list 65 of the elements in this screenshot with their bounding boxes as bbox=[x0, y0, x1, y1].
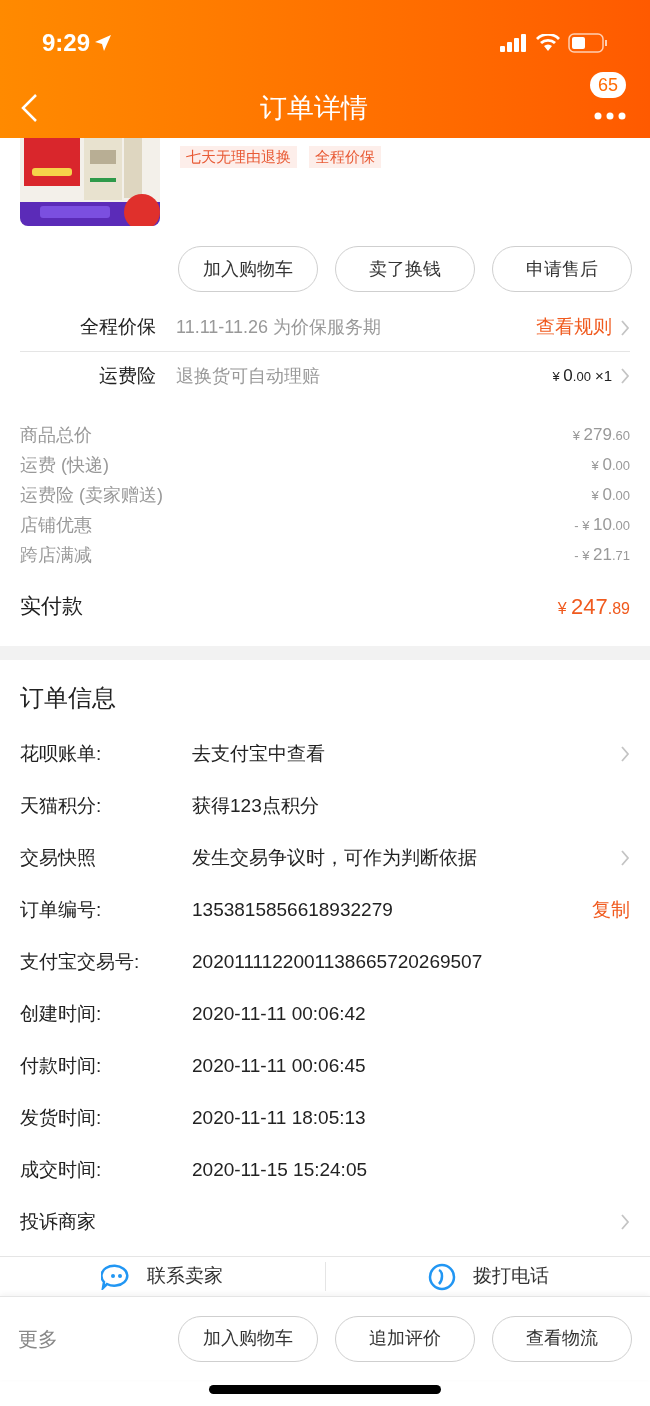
section-title: 订单信息 bbox=[19, 683, 117, 713]
price-text: ¥ 279.60 bbox=[572, 424, 630, 447]
info-label: 投诉商家 bbox=[20, 1209, 97, 1234]
service-tag: 七天无理由退换 bbox=[180, 146, 297, 168]
price-label: 运费险 (卖家赠送) bbox=[20, 483, 163, 507]
battery-icon bbox=[568, 33, 608, 53]
pill-button[interactable]: 查看物流 bbox=[492, 1315, 632, 1362]
pill-button[interactable]: 卖了换钱 bbox=[335, 246, 475, 292]
info-value: 去支付宝中查看 bbox=[192, 741, 326, 766]
back-icon[interactable] bbox=[20, 93, 38, 123]
service-label: 运费险 bbox=[98, 363, 156, 388]
contact-button[interactable]: 拨打电话 bbox=[325, 1262, 650, 1291]
price-text: - ¥ 10.00 bbox=[574, 514, 630, 537]
status-time: 9:29 bbox=[42, 28, 91, 58]
price-text: - ¥ 21.71 bbox=[574, 544, 630, 567]
more-link[interactable]: 更多 bbox=[18, 1323, 161, 1354]
info-label: 支付宝交易号: bbox=[20, 949, 141, 974]
info-label: 创建时间: bbox=[20, 1001, 103, 1026]
pill-button[interactable]: 加入购物车 bbox=[178, 1315, 318, 1362]
pill-button[interactable]: 加入购物车 bbox=[178, 246, 318, 292]
info-value: 2020-11-11 00:06:45 bbox=[192, 1053, 367, 1078]
info-value: 2020-11-11 18:05:13 bbox=[192, 1105, 367, 1130]
info-label: 花呗账单: bbox=[20, 741, 103, 766]
notification-badge: 65 bbox=[590, 72, 627, 98]
pill-button[interactable]: 追加评价 bbox=[335, 1315, 475, 1362]
chat-icon bbox=[101, 1263, 132, 1290]
service-label: 全程价保 bbox=[79, 315, 156, 340]
service-tag: 全程价保 bbox=[309, 146, 381, 168]
chevron-right-icon bbox=[620, 849, 630, 867]
signal-icon bbox=[500, 34, 528, 52]
more-icon[interactable] bbox=[594, 112, 626, 120]
info-value: 发生交易争议时，可作为判断依据 bbox=[192, 845, 478, 870]
wifi-icon bbox=[536, 34, 560, 52]
price-label: 运费 (快递) bbox=[20, 453, 109, 477]
service-description: 11.11-11.26 为价保服务期 bbox=[176, 316, 383, 339]
info-label: 付款时间: bbox=[20, 1053, 103, 1078]
price-text: ¥ 0.00 bbox=[552, 365, 591, 388]
info-label: 交易快照 bbox=[20, 845, 97, 870]
pill-button[interactable]: 申请售后 bbox=[492, 246, 632, 292]
info-label: 发货时间: bbox=[20, 1105, 103, 1130]
contact-button[interactable]: 联系卖家 bbox=[0, 1262, 326, 1291]
phone-icon bbox=[426, 1262, 457, 1291]
info-label: 天猫积分: bbox=[20, 793, 103, 818]
price-text: ¥ 0.00 bbox=[591, 484, 630, 507]
info-value: 2020-11-15 15:24:05 bbox=[192, 1157, 369, 1182]
info-value: 获得123点积分 bbox=[192, 793, 320, 818]
chevron-right-icon bbox=[620, 745, 630, 763]
chevron-right-icon bbox=[620, 1213, 630, 1231]
total-label: 实付款 bbox=[20, 593, 83, 620]
service-description: 退换货可自动理赔 bbox=[176, 364, 321, 388]
info-value: 2020111122001138665720269507 bbox=[192, 949, 484, 974]
info-label: 订单编号: bbox=[20, 897, 103, 922]
price-label: 店铺优惠 bbox=[20, 513, 92, 537]
page-title: 订单详情 bbox=[260, 91, 368, 125]
price-label: 跨店满减 bbox=[20, 543, 92, 567]
info-value: 1353815856618932279 bbox=[192, 897, 394, 922]
info-label: 成交时间: bbox=[20, 1157, 103, 1182]
price-text: ¥ 0.00 bbox=[591, 454, 630, 477]
chevron-right-icon bbox=[620, 318, 630, 337]
price-label: 商品总价 bbox=[20, 423, 92, 447]
location-arrow-icon bbox=[94, 34, 113, 52]
chevron-right-icon bbox=[620, 367, 630, 385]
price-text: ¥ 247.89 bbox=[557, 592, 630, 621]
quantity-text: ×1 bbox=[594, 366, 612, 387]
info-value: 2020-11-11 00:06:42 bbox=[192, 1001, 367, 1026]
